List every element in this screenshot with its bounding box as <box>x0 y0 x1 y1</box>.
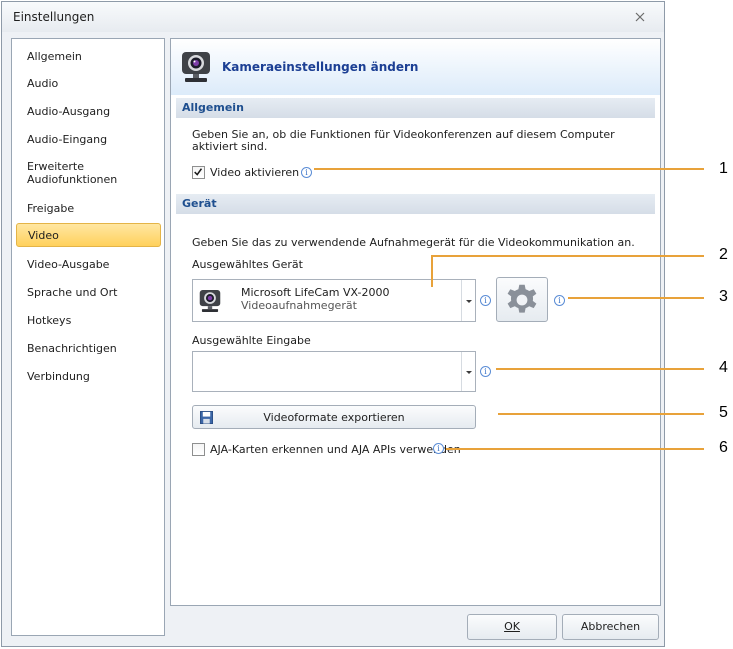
sidebar-item-label: Sprache und Ort <box>27 285 118 299</box>
selected-device-type: Videoaufnahmegerät <box>241 299 357 312</box>
callout-line-2 <box>432 255 704 257</box>
aja-checkbox[interactable] <box>192 443 205 456</box>
enable-video-checkbox[interactable] <box>192 166 205 179</box>
cancel-label: Abbrechen <box>580 620 641 633</box>
sidebar-item-video[interactable]: Video <box>16 223 161 247</box>
selected-input-dropdown[interactable] <box>192 351 476 392</box>
gear-icon <box>507 284 537 313</box>
callout-number-6: 6 <box>719 439 728 456</box>
sidebar-item-label: Video-Ausgabe <box>27 257 110 271</box>
export-video-formats-label: Videoformate exportieren <box>263 411 405 424</box>
sidebar-item-label: Video <box>28 228 59 242</box>
sidebar-item-audio-ausgang[interactable]: Audio-Ausgang <box>16 99 161 123</box>
sidebar-item-label: Hotkeys <box>27 313 72 327</box>
callout-number-4: 4 <box>719 359 728 376</box>
callout-line-6 <box>446 448 704 450</box>
callout-line-5 <box>498 413 704 415</box>
checkmark-icon <box>194 168 203 176</box>
section-header-geraet: Gerät <box>176 194 655 214</box>
sidebar-item-sprache-und-ort[interactable]: Sprache und Ort <box>16 280 161 304</box>
chevron-down-icon[interactable] <box>461 352 475 391</box>
sidebar-item-erweiterte-audiofunktionen[interactable]: Erweiterte Audiofunktionen <box>16 155 136 191</box>
info-icon[interactable]: i <box>554 295 565 306</box>
settings-content: Kameraeinstellungen ändern Allgemein Geb… <box>170 38 661 606</box>
title-bar: Einstellungen <box>2 2 664 32</box>
close-icon[interactable] <box>633 11 647 23</box>
sidebar-item-allgemein[interactable]: Allgemein <box>16 44 161 68</box>
callout-line-1 <box>314 168 704 170</box>
aja-label: AJA-Karten erkennen und AJA APIs verwend… <box>210 443 461 456</box>
page-header: Kameraeinstellungen ändern <box>171 39 660 95</box>
info-icon[interactable]: i <box>433 443 444 454</box>
export-video-formats-button[interactable]: Videoformate exportieren <box>192 405 476 429</box>
section-header-allgemein: Allgemein <box>176 98 655 118</box>
enable-video-label: Video aktivieren <box>210 166 300 179</box>
sidebar-item-label: Audio-Ausgang <box>27 104 111 118</box>
chevron-down-icon[interactable] <box>461 280 475 321</box>
ok-label: OK <box>504 620 520 633</box>
callout-line-3 <box>568 297 704 299</box>
callout-number-1: 1 <box>719 160 728 177</box>
sidebar-item-verbindung[interactable]: Verbindung <box>16 364 161 388</box>
info-icon[interactable]: i <box>480 366 491 377</box>
sidebar-item-label: Erweiterte Audiofunktionen <box>27 160 118 186</box>
device-settings-button[interactable] <box>496 277 548 322</box>
cancel-button[interactable]: Abbrechen <box>562 614 659 640</box>
window-title: Einstellungen <box>13 10 95 24</box>
device-description: Geben Sie das zu verwendende Aufnahmeger… <box>192 236 635 249</box>
sidebar-item-video-ausgabe[interactable]: Video-Ausgabe <box>16 252 161 276</box>
sidebar-item-label: Audio-Eingang <box>27 132 108 146</box>
sidebar-item-benachrichtigen[interactable]: Benachrichtigen <box>16 336 161 360</box>
sidebar-item-hotkeys[interactable]: Hotkeys <box>16 308 161 332</box>
settings-window: Einstellungen Allgemein Audio Audio-Ausg… <box>1 1 665 647</box>
sidebar-item-label: Audio <box>27 76 59 90</box>
callout-line-4 <box>496 368 704 370</box>
callout-number-5: 5 <box>719 404 728 421</box>
callout-line-2-vertical <box>431 255 433 287</box>
sidebar-item-freigabe[interactable]: Freigabe <box>16 196 161 220</box>
settings-sidebar: Allgemein Audio Audio-Ausgang Audio-Eing… <box>11 38 165 636</box>
selected-device-label: Ausgewähltes Gerät <box>192 258 303 271</box>
webcam-icon <box>182 52 210 82</box>
info-icon[interactable]: i <box>480 295 491 306</box>
callout-number-2: 2 <box>719 246 728 263</box>
page-title: Kameraeinstellungen ändern <box>222 60 419 74</box>
sidebar-item-audio[interactable]: Audio <box>16 71 161 95</box>
callout-number-3: 3 <box>719 288 728 305</box>
general-description: Geben Sie an, ob die Funktionen für Vide… <box>192 128 615 153</box>
webcam-icon <box>199 290 221 312</box>
ok-button[interactable]: OK <box>467 614 557 640</box>
info-icon[interactable]: i <box>301 167 312 178</box>
sidebar-item-audio-eingang[interactable]: Audio-Eingang <box>16 127 161 151</box>
sidebar-item-label: Verbindung <box>27 369 90 383</box>
selected-device-name: Microsoft LifeCam VX-2000 <box>241 286 390 299</box>
selected-device-dropdown[interactable]: Microsoft LifeCam VX-2000 Videoaufnahmeg… <box>192 279 476 322</box>
sidebar-item-label: Allgemein <box>27 49 82 63</box>
sidebar-item-label: Benachrichtigen <box>27 341 117 355</box>
sidebar-item-label: Freigabe <box>27 201 75 215</box>
selected-input-label: Ausgewählte Eingabe <box>192 334 311 347</box>
